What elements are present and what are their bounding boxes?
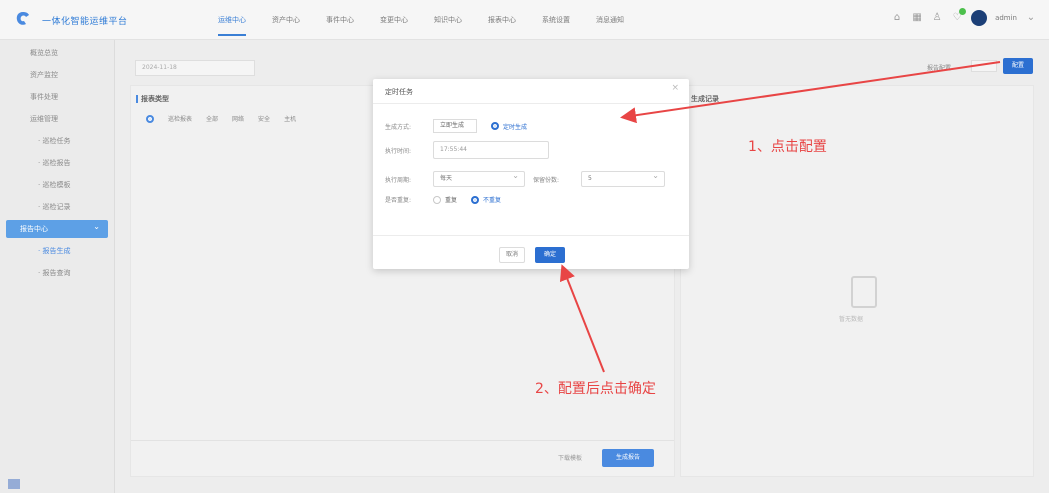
panel-title: 生成记录 [686,95,719,103]
user-icon[interactable]: ♙ [931,12,943,24]
user-name[interactable]: admin [995,14,1017,22]
option-text: 重复 [445,197,458,204]
empty-state-icon [851,276,877,308]
config-select[interactable] [971,60,997,72]
grid-icon[interactable]: ▦ [911,12,923,24]
time-row: 执行时间: 17:55:44 [385,141,549,159]
top-bar: 一体化智能运维平台 运维中心 资产中心 事件中心 变更中心 知识中心 报表中心 … [0,0,1049,40]
repeat-option-yes[interactable]: 重复 [433,195,457,204]
cycle-label: 执行周期: [385,176,412,184]
notification-badge [959,8,967,15]
cycle-select[interactable]: 每天 [433,169,525,187]
sidebar-item[interactable]: 运维管理 [0,110,114,128]
sidebar-subitem[interactable]: · 报告生成 [0,242,114,260]
retain-select[interactable]: 5 [581,169,665,187]
nav-item[interactable]: 系统设置 [542,0,570,40]
option-text: 立即生成 [433,119,477,133]
panel-footer: 下载模板 生成报告 [131,440,674,476]
sidebar: 概览总览 资产监控 事件处理 运维管理 · 巡检任务 · 巡检报告 · 巡检模板… [0,40,115,493]
report-type-options: 巡检报表 全部 网络 安全 主机 [146,114,296,123]
method-row: 生成方式: 立即生成 定时生成 [385,119,541,133]
nav-item[interactable]: 消息通知 [596,0,624,40]
repeat-row: 是否重复: 重复 不重复 [385,195,515,204]
bell-icon[interactable]: ♡ [951,8,967,24]
confirm-button[interactable]: 确定 [535,247,565,263]
option-label[interactable]: 全部 [206,114,218,123]
sidebar-subitem[interactable]: · 巡检记录 [0,198,114,216]
method-label: 生成方式: [385,123,412,131]
home-icon[interactable]: ⌂ [891,12,903,24]
radio-unselected [433,195,441,204]
time-input[interactable]: 17:55:44 [433,141,549,159]
option-label[interactable]: 网络 [232,114,244,123]
empty-state-text: 暂无数据 [839,316,864,323]
sidebar-item[interactable]: 资产监控 [0,66,114,84]
download-template-link[interactable]: 下载模板 [558,453,582,462]
cancel-button[interactable]: 取消 [499,247,525,263]
option-label[interactable]: 主机 [284,114,296,123]
nav-item[interactable]: 运维中心 [218,0,246,40]
generate-report-button[interactable]: 生成报告 [602,449,654,467]
main-nav: 运维中心 资产中心 事件中心 变更中心 知识中心 报表中心 系统设置 消息通知 [218,0,650,40]
option-text: 定时生成 [503,123,528,131]
chevron-down-icon[interactable]: ⌄ [1025,12,1037,24]
method-option-scheduled[interactable]: 定时生成 [491,122,527,131]
nav-item[interactable]: 变更中心 [380,0,408,40]
nav-item[interactable]: 知识中心 [434,0,462,40]
retain-label: 保留份数: [533,176,560,184]
radio-selected [471,195,480,204]
sidebar-subitem[interactable]: · 巡检任务 [0,132,114,150]
annotation-step2: 2、配置后点击确定 [535,381,656,397]
nav-item[interactable]: 资产中心 [272,0,300,40]
panel-title: 报表类型 [136,95,169,103]
repeat-option-no[interactable]: 不重复 [471,195,501,204]
records-panel: 生成记录 暂无数据 [680,85,1034,477]
date-picker[interactable]: 2024-11-18 [135,60,255,76]
close-icon[interactable]: × [671,83,679,93]
config-button[interactable]: 配置 [1003,58,1033,74]
sidebar-subitem[interactable]: · 报告查询 [0,264,114,282]
avatar[interactable] [971,10,988,26]
sidebar-subitem[interactable]: · 巡检报告 [0,154,114,172]
option-label[interactable]: 安全 [258,114,270,123]
sidebar-item[interactable]: 事件处理 [0,88,114,106]
config-label: 报告配置 [927,65,952,72]
radio-group-label: 巡检报表 [168,116,193,123]
radio-selected[interactable] [146,114,154,123]
repeat-label: 是否重复: [385,197,412,204]
cycle-row: 执行周期: 每天 保留份数: 5 [385,169,665,187]
nav-item[interactable]: 事件中心 [326,0,354,40]
thumbnail-icon [8,479,20,489]
sidebar-subitem[interactable]: · 巡检模板 [0,176,114,194]
modal-title: 定时任务 [385,88,413,96]
sidebar-item[interactable]: 概览总览 [0,44,114,62]
time-label: 执行时间: [385,147,412,155]
app-title: 一体化智能运维平台 [42,17,128,27]
method-option-immediate[interactable]: 立即生成 [433,119,477,133]
option-text: 不重复 [483,197,502,204]
divider [373,235,689,236]
sidebar-item-active[interactable]: 报告中心 [6,218,108,238]
header-actions: ⌂ ▦ ♙ ♡ admin ⌄ [891,8,1037,26]
logo-icon [16,12,29,25]
divider [373,103,689,104]
radio-selected [491,122,499,130]
annotation-step1: 1、点击配置 [748,139,827,155]
schedule-modal: 定时任务 × 生成方式: 立即生成 定时生成 执行时间: 17:55:44 执行… [373,79,689,269]
nav-item[interactable]: 报表中心 [488,0,516,40]
